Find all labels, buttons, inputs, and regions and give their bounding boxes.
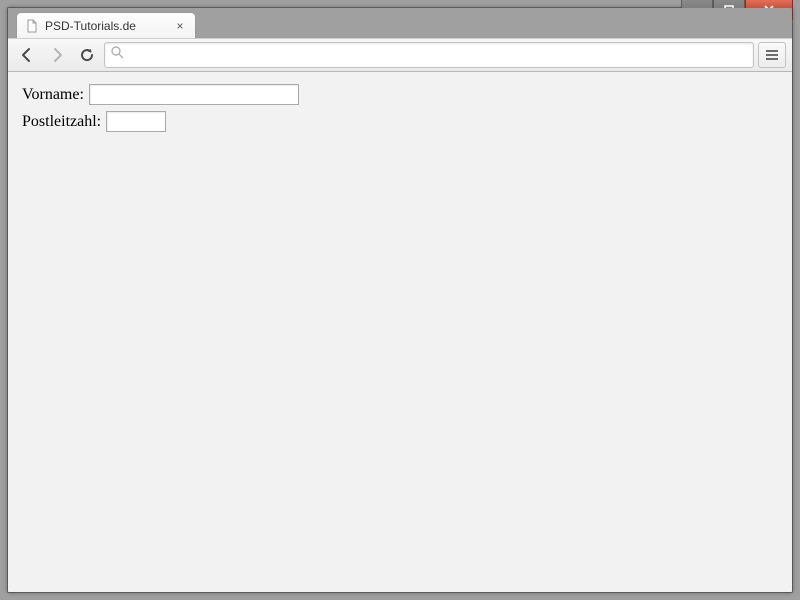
tab-strip: PSD-Tutorials.de × <box>8 8 792 38</box>
arrow-left-icon <box>18 46 36 64</box>
tab-title: PSD-Tutorials.de <box>45 19 167 33</box>
reload-icon <box>79 47 95 63</box>
close-tab-icon[interactable]: × <box>173 19 187 33</box>
reload-button[interactable] <box>74 42 100 68</box>
url-input[interactable] <box>130 48 747 63</box>
browser-window: PSD-Tutorials.de × <box>7 7 793 593</box>
file-icon <box>25 19 39 33</box>
plz-label: Postleitzahl: <box>22 113 101 131</box>
hamburger-icon <box>765 49 779 61</box>
plz-input[interactable] <box>106 111 166 132</box>
vorname-input[interactable] <box>89 84 299 105</box>
address-bar[interactable] <box>104 42 754 68</box>
menu-button[interactable] <box>758 42 786 68</box>
os-window-frame: PSD-Tutorials.de × <box>0 0 800 600</box>
forward-button[interactable] <box>44 42 70 68</box>
back-button[interactable] <box>14 42 40 68</box>
arrow-right-icon <box>48 46 66 64</box>
form-row-vorname: Vorname: <box>22 84 778 105</box>
browser-tab[interactable]: PSD-Tutorials.de × <box>16 12 196 38</box>
form-row-plz: Postleitzahl: <box>22 111 778 132</box>
browser-toolbar <box>8 38 792 72</box>
vorname-label: Vorname: <box>22 86 84 104</box>
page-content: Vorname: Postleitzahl: <box>8 72 792 592</box>
search-icon <box>111 46 124 64</box>
